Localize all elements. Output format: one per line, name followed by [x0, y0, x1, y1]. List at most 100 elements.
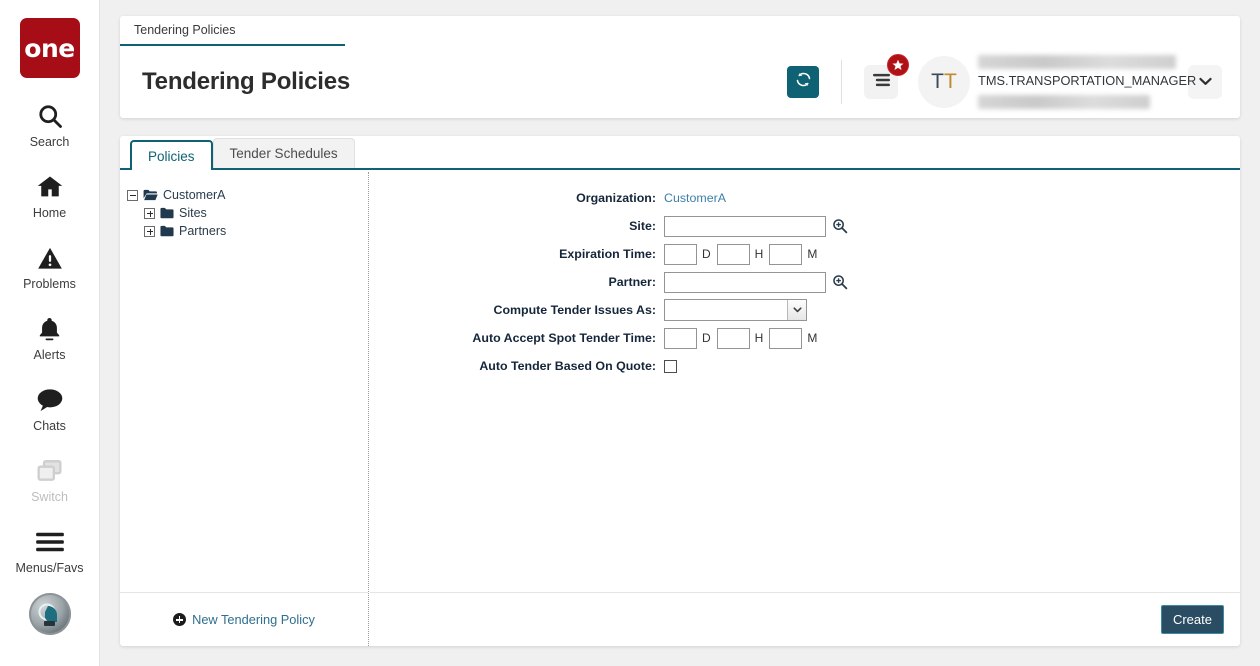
- compute-tender-issues-as-select[interactable]: [664, 299, 807, 321]
- form-row-expiration-time: Expiration Time: D H M: [370, 243, 1240, 265]
- avatar-initial-2: T: [944, 70, 957, 94]
- plus-circle-icon: [173, 613, 186, 626]
- search-icon: [36, 99, 64, 133]
- document-tab[interactable]: Tendering Policies: [120, 16, 345, 46]
- switch-windows-icon: [35, 454, 64, 488]
- rail-label-chats: Chats: [33, 419, 66, 433]
- username-label: TMS.TRANSPORTATION_MANAGER: [978, 73, 1196, 88]
- user-avatar[interactable]: TT: [918, 56, 970, 108]
- rail-label-alerts: Alerts: [34, 348, 66, 362]
- tab-tender-schedules-label: Tender Schedules: [230, 146, 338, 161]
- form-row-site: Site:: [370, 215, 1240, 237]
- site-input[interactable]: [664, 216, 826, 237]
- new-tendering-policy-label: New Tendering Policy: [192, 612, 315, 627]
- auto-accept-spot-tender-time-label: Auto Accept Spot Tender Time:: [370, 331, 664, 345]
- header-body: Tendering Policies: [120, 46, 1240, 118]
- magnifier-plus-icon[interactable]: [832, 218, 848, 234]
- tree-label-customera: CustomerA: [163, 188, 226, 202]
- favorites-menu-button[interactable]: [864, 65, 898, 99]
- tree-expander-plus-icon[interactable]: [144, 226, 155, 237]
- compute-tender-issues-as-label: Compute Tender Issues As:: [370, 303, 664, 317]
- tab-tender-schedules[interactable]: Tender Schedules: [213, 138, 355, 168]
- site-label: Site:: [370, 219, 664, 233]
- expiration-days-input[interactable]: [664, 244, 697, 265]
- avatar-initial-1: T: [931, 70, 944, 94]
- refresh-button[interactable]: [787, 66, 819, 98]
- document-tab-label: Tendering Policies: [134, 23, 235, 37]
- org-tree: CustomerA Sites: [120, 172, 368, 240]
- auto-accept-minutes-input[interactable]: [769, 328, 802, 349]
- rail-item-menus-favs[interactable]: Menus/Favs: [0, 525, 100, 575]
- home-icon: [35, 170, 65, 204]
- auto-accept-hours-input[interactable]: [717, 328, 750, 349]
- auto-accept-days-input[interactable]: [664, 328, 697, 349]
- user-info-block: TMS.TRANSPORTATION_MANAGER: [978, 55, 1178, 109]
- hamburger-icon: [35, 525, 65, 559]
- rail-item-problems[interactable]: Problems: [0, 241, 100, 291]
- rail-label-menus-favs: Menus/Favs: [15, 561, 83, 575]
- tree-label-partners: Partners: [179, 224, 226, 238]
- warning-triangle-icon: [36, 241, 64, 275]
- rail-item-home[interactable]: Home: [0, 170, 100, 220]
- header-actions: TT TMS.TRANSPORTATION_MANAGER: [787, 46, 1240, 118]
- main-content-card: Policies Tender Schedules CustomerA: [120, 136, 1240, 646]
- unit-minutes-label: M: [807, 247, 817, 261]
- form-row-auto-accept-spot-tender-time: Auto Accept Spot Tender Time: D H M: [370, 327, 1240, 349]
- tab-policies-label: Policies: [148, 149, 195, 164]
- unit-hours-label: H: [755, 331, 764, 345]
- chat-bubble-icon: [35, 383, 65, 417]
- rail-item-chats[interactable]: Chats: [0, 383, 100, 433]
- redacted-bar-top: [978, 55, 1176, 69]
- bell-icon: [36, 312, 63, 346]
- rail-label-search: Search: [30, 135, 70, 149]
- rail-item-alerts[interactable]: Alerts: [0, 312, 100, 362]
- unit-days-label: D: [702, 247, 711, 261]
- header-divider: [841, 60, 842, 104]
- form-row-compute-tender-issues-as: Compute Tender Issues As:: [370, 299, 1240, 321]
- organization-value[interactable]: CustomerA: [664, 191, 726, 205]
- auto-tender-based-on-quote-checkbox[interactable]: [664, 360, 677, 373]
- policy-form: Organization: CustomerA Site:: [370, 172, 1240, 377]
- rail-item-search[interactable]: Search: [0, 99, 100, 149]
- policy-form-panel: Organization: CustomerA Site:: [370, 172, 1240, 646]
- compute-tender-issues-as-wrapper: [664, 299, 807, 321]
- folder-icon: [160, 207, 174, 219]
- unit-days-label: D: [702, 331, 711, 345]
- unit-hours-label: H: [755, 247, 764, 261]
- partner-input[interactable]: [664, 272, 826, 293]
- form-row-organization: Organization: CustomerA: [370, 187, 1240, 209]
- rail-label-home: Home: [33, 206, 66, 220]
- rail-label-switch: Switch: [31, 490, 68, 504]
- org-tree-panel: CustomerA Sites: [120, 172, 369, 646]
- expiration-minutes-input[interactable]: [769, 244, 802, 265]
- form-row-partner: Partner:: [370, 271, 1240, 293]
- open-folder-icon: [143, 189, 158, 201]
- folder-icon: [160, 225, 174, 237]
- magnifier-plus-icon[interactable]: [832, 274, 848, 290]
- tree-node-partners[interactable]: Partners: [127, 222, 368, 240]
- refresh-icon: [795, 71, 812, 93]
- organization-label: Organization:: [370, 191, 664, 205]
- tab-strip: Policies Tender Schedules: [120, 136, 1240, 170]
- expiration-time-label: Expiration Time:: [370, 247, 664, 261]
- create-button[interactable]: Create: [1161, 605, 1224, 634]
- tree-node-sites[interactable]: Sites: [127, 204, 368, 222]
- menu-lines-icon: [873, 73, 890, 92]
- expiration-hours-input[interactable]: [717, 244, 750, 265]
- tree-node-customera[interactable]: CustomerA: [127, 186, 368, 204]
- tree-expander-minus-icon[interactable]: [127, 190, 138, 201]
- rail-item-switch[interactable]: Switch: [0, 454, 100, 504]
- auto-tender-based-on-quote-label: Auto Tender Based On Quote:: [370, 359, 664, 373]
- form-footer: Create: [370, 592, 1240, 646]
- one-logo[interactable]: one: [20, 18, 80, 78]
- form-row-auto-tender-based-on-quote: Auto Tender Based On Quote:: [370, 355, 1240, 377]
- tab-policies[interactable]: Policies: [130, 140, 213, 170]
- left-nav-rail: one Search Home: [0, 0, 100, 666]
- page-header-card: Tendering Policies Tendering Policies: [120, 16, 1240, 118]
- tree-expander-plus-icon[interactable]: [144, 208, 155, 219]
- ai-assistant-avatar-icon[interactable]: [29, 593, 71, 635]
- star-badge-icon: [887, 54, 909, 76]
- new-tendering-policy-button[interactable]: New Tendering Policy: [173, 612, 315, 627]
- chevron-down-icon: [1199, 73, 1212, 91]
- app-root: one Search Home: [0, 0, 1260, 666]
